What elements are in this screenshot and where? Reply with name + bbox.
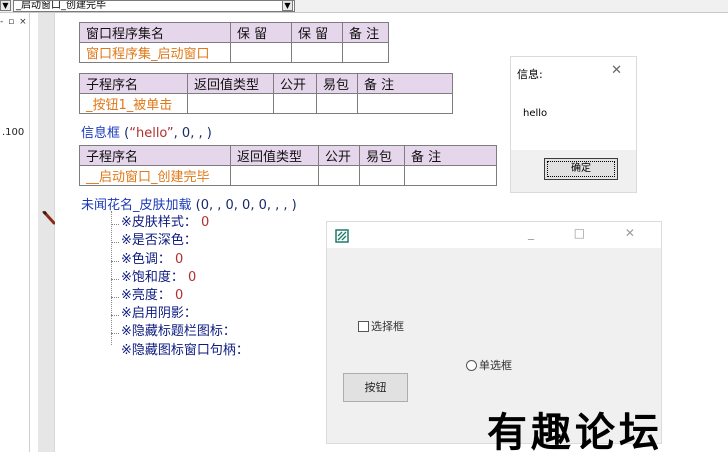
param-line[interactable]: ※色调： 0 (121, 248, 183, 267)
checkbox[interactable]: 选择框 (358, 318, 404, 334)
tree-branch (111, 279, 119, 280)
param-value: 0 (175, 288, 184, 303)
col-remark: 备 注 (404, 145, 497, 166)
dialog-footer: 确定 (511, 150, 636, 192)
editor-gutter (38, 13, 55, 452)
panel-window-controls[interactable]: - ▫ × (0, 17, 28, 27)
paren-open: ( (120, 126, 130, 141)
public-cell[interactable] (318, 165, 360, 186)
reserved-cell-2[interactable] (291, 42, 343, 63)
combo-arrow-icon[interactable]: ▼ (282, 0, 293, 11)
col-assembly-name: 窗口程序集名 (79, 22, 231, 43)
remaining-arguments: , 0, , ) (173, 126, 212, 141)
col-remark: 备 注 (357, 73, 453, 94)
param-label: ※启用阴影： (121, 306, 197, 321)
tree-branch (111, 224, 119, 225)
easy-pack-cell[interactable] (359, 165, 405, 186)
tree-branch (111, 297, 119, 298)
radio-circle[interactable] (466, 360, 477, 371)
param-value: 0 (201, 215, 210, 230)
param-value: 0 (175, 252, 184, 267)
tree-branch (111, 261, 119, 262)
col-return-type: 返回值类型 (187, 73, 274, 94)
tree-branch (111, 333, 119, 334)
param-label: ※皮肤样式： (121, 215, 197, 230)
col-easy-pack: 易包 (359, 145, 405, 166)
string-argument: “hello” (129, 126, 174, 141)
window-controls[interactable]: _ □ ✕ (528, 226, 653, 240)
checkbox-label: 选择框 (371, 320, 404, 333)
window-titlebar[interactable]: _ □ ✕ (327, 222, 661, 248)
reserved-cell-1[interactable] (230, 42, 292, 63)
return-type-cell[interactable] (230, 165, 319, 186)
property-value: .100 (2, 127, 25, 138)
remark-cell[interactable] (342, 42, 389, 63)
remark-cell[interactable] (357, 93, 453, 114)
param-line[interactable]: ※启用阴影： (121, 302, 197, 321)
sub-name-cell[interactable]: __启动窗口_创建完毕 (79, 165, 231, 186)
subroutine-table-1: 子程序名 返回值类型 公开 易包 备 注 _按钮1_被单击 (79, 73, 453, 114)
tree-branch (111, 315, 119, 316)
ok-button[interactable]: 确定 (544, 158, 618, 180)
col-remark: 备 注 (342, 22, 389, 43)
remark-cell[interactable] (404, 165, 497, 186)
param-tree-line (111, 211, 112, 345)
subroutine-selector[interactable]: _启动窗口_创建完毕 (13, 0, 295, 12)
pen-icon (42, 211, 56, 225)
param-label: ※是否深色： (121, 233, 197, 248)
top-toolbar: ▼ _启动窗口_创建完毕 ▼ (0, 0, 728, 13)
col-return-type: 返回值类型 (230, 145, 319, 166)
param-line[interactable]: ※皮肤样式： 0 (121, 211, 209, 230)
param-line[interactable]: ※饱和度： 0 (121, 266, 196, 285)
param-label: ※亮度： (121, 288, 171, 303)
col-public: 公开 (273, 73, 317, 94)
param-line[interactable]: ※亮度： 0 (121, 284, 183, 303)
checkbox-box[interactable] (358, 321, 369, 332)
watermark-logo: 有趣论坛 (487, 409, 663, 456)
col-sub-name: 子程序名 (79, 145, 231, 166)
param-label: ※隐藏标题栏图标： (121, 324, 236, 339)
dialog-message: hello (523, 108, 548, 119)
app-icon (335, 229, 349, 243)
left-panel: - ▫ × .100 (0, 13, 30, 452)
param-value: 0 (188, 270, 197, 285)
message-box-dialog: 信息: ✕ hello 确定 (510, 56, 637, 193)
assembly-name-cell[interactable]: 窗口程序集_启动窗口 (79, 42, 231, 63)
function-name: 信息框 (81, 126, 121, 141)
param-label: ※隐藏图标窗口句柄： (121, 343, 249, 358)
subroutine-table-2: 子程序名 返回值类型 公开 易包 备 注 __启动窗口_创建完毕 (79, 145, 497, 186)
return-type-cell[interactable] (187, 93, 274, 114)
close-icon[interactable]: ✕ (611, 63, 622, 78)
radio-label: 单选框 (479, 359, 512, 372)
dialog-title: 信息: (517, 68, 543, 81)
param-label: ※饱和度： (121, 270, 184, 285)
radio-button[interactable]: 单选框 (466, 357, 512, 373)
param-line[interactable]: ※隐藏图标窗口句柄： (121, 339, 249, 358)
public-cell[interactable] (273, 93, 317, 114)
param-line[interactable]: ※是否深色： (121, 229, 197, 248)
assembly-table: 窗口程序集名 保 留 保 留 备 注 窗口程序集_启动窗口 (79, 22, 389, 63)
code-line-msgbox[interactable]: 信息框 (“hello”, 0, , ) (81, 122, 212, 141)
param-label: ※色调： (121, 252, 171, 267)
col-easy-pack: 易包 (316, 73, 358, 94)
col-public: 公开 (318, 145, 360, 166)
app-button[interactable]: 按钮 (343, 373, 408, 402)
easy-pack-cell[interactable] (316, 93, 358, 114)
tree-branch (111, 242, 119, 243)
chevron-down-icon[interactable]: ▼ (0, 0, 11, 11)
col-reserved-2: 保 留 (291, 22, 343, 43)
sub-name-cell[interactable]: _按钮1_被单击 (79, 93, 188, 114)
param-line[interactable]: ※隐藏标题栏图标： (121, 320, 236, 339)
col-reserved-1: 保 留 (230, 22, 292, 43)
col-sub-name: 子程序名 (79, 73, 188, 94)
